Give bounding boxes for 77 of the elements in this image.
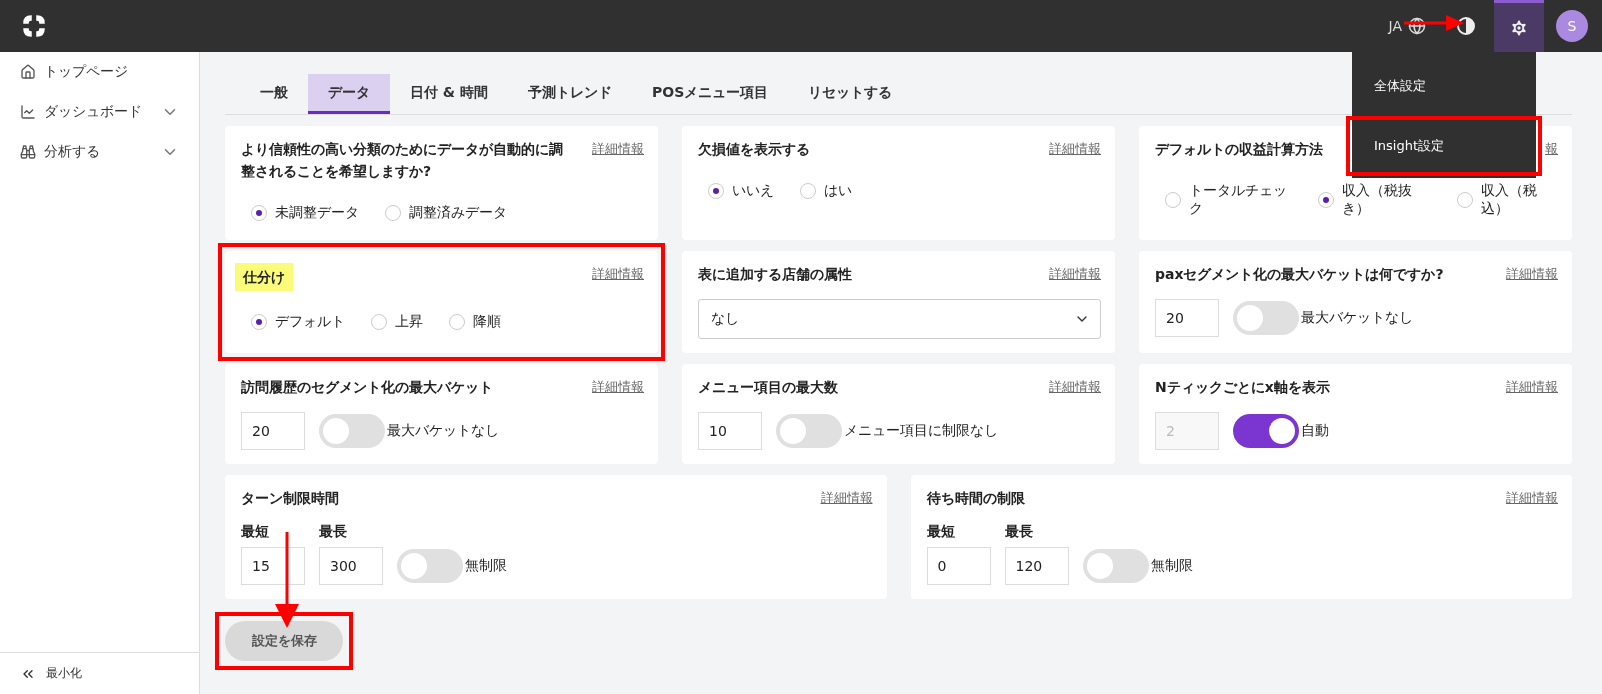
number-field[interactable]: 20 [1155, 299, 1219, 337]
card-title: paxセグメント化の最大バケットは何ですか? [1155, 265, 1444, 284]
radio-label: 調整済みデータ [409, 204, 507, 222]
details-link[interactable]: 詳細情報 [1049, 376, 1101, 398]
radio-label: トータルチェック [1189, 182, 1288, 218]
save-button[interactable]: 設定を保存 [225, 621, 343, 661]
toggle-switch[interactable] [1082, 549, 1149, 583]
card-title: ターン制限時間 [241, 489, 339, 508]
number-field[interactable]: 300 [319, 547, 383, 585]
details-link[interactable]: 詳細情報 [1506, 487, 1558, 509]
field-label: 最短 [926, 523, 956, 541]
radio-label: いいえ [732, 182, 774, 200]
home-icon [20, 64, 36, 80]
settings-button[interactable] [1494, 0, 1544, 52]
card-title: 待ち時間の制限 [926, 489, 1025, 508]
number-field[interactable]: 15 [241, 547, 305, 585]
card-title: メニュー項目の最大数 [698, 378, 838, 397]
details-link[interactable]: 報 [1545, 138, 1558, 160]
sidebar-item[interactable]: ダッシュボード [44, 103, 153, 121]
logo-icon [22, 14, 46, 38]
toggle-switch[interactable] [1233, 301, 1299, 335]
toggle-label: 最大バケットなし [387, 422, 499, 440]
sidebar-item[interactable]: 分析する [44, 143, 153, 161]
globe-icon[interactable] [1408, 17, 1426, 35]
tab[interactable]: 日付 & 時間 [390, 74, 508, 114]
tab[interactable]: 一般 [240, 74, 308, 114]
tab[interactable]: データ [308, 74, 390, 114]
toggle-label: 無制限 [465, 557, 507, 575]
chart-icon [20, 104, 36, 120]
theme-icon[interactable] [1456, 16, 1476, 36]
details-link[interactable]: 詳細情報 [1049, 263, 1101, 285]
language-label[interactable]: JA [1388, 18, 1402, 34]
annotation-arrow [1404, 15, 1464, 31]
number-field[interactable]: 20 [241, 412, 305, 450]
details-link[interactable]: 詳細情報 [592, 263, 644, 285]
toggle-switch[interactable] [319, 414, 385, 448]
radio-label: デフォルト [275, 313, 345, 331]
toggle-label: 最大バケットなし [1301, 309, 1413, 327]
card-title: 訪問履歴のセグメント化の最大バケット [241, 378, 493, 397]
tab[interactable]: 予測トレンド [507, 74, 632, 114]
details-link[interactable]: 詳細情報 [592, 138, 644, 160]
collapse-label[interactable]: 最小化 [46, 665, 82, 682]
card-title: Nティックごとにx軸を表示 [1155, 378, 1330, 397]
card-title: 表に追加する店舗の属性 [698, 265, 852, 284]
field-label: 最短 [241, 523, 270, 541]
details-link[interactable]: 詳細情報 [820, 487, 873, 509]
number-field[interactable]: 120 [1004, 547, 1069, 585]
card-title: デフォルトの収益計算方法 [1155, 140, 1323, 159]
number-field[interactable]: 10 [698, 412, 762, 450]
gear-icon [1509, 17, 1529, 38]
card-title: より信頼性の高い分類のためにデータが自動的に調整されることを希望しますか? [241, 140, 564, 181]
card-title: 欠損値を表示する [698, 140, 810, 159]
card-title: 仕分け [235, 263, 293, 291]
toggle-switch[interactable] [776, 414, 842, 448]
menu-item[interactable]: 全体設定 [1352, 56, 1536, 116]
radio-label: 収入（税抜き） [1341, 182, 1413, 218]
select-field[interactable]: なし [698, 299, 1101, 339]
tab[interactable]: POSメニュー項目 [631, 74, 789, 114]
details-link[interactable]: 詳細情報 [1506, 263, 1558, 285]
toggle-label: 無制限 [1150, 557, 1193, 575]
number-field[interactable]: 0 [926, 547, 991, 585]
details-link[interactable]: 詳細情報 [1049, 138, 1101, 160]
radio-label: はい [824, 182, 852, 200]
radio-label: 降順 [473, 313, 501, 331]
sidebar-item[interactable]: トップページ [44, 63, 179, 81]
toggle-label: 自動 [1301, 422, 1329, 440]
toggle-label: メニュー項目に制限なし [844, 422, 998, 440]
binoculars-icon [20, 144, 36, 160]
field-label: 最長 [319, 523, 348, 541]
radio-label: 上昇 [395, 313, 423, 331]
field-label: 最長 [1004, 523, 1034, 541]
menu-item[interactable]: Insight設定 [1346, 116, 1542, 176]
toggle-switch[interactable] [397, 549, 463, 583]
details-link[interactable]: 詳細情報 [592, 376, 644, 398]
radio-label: 収入（税込） [1481, 182, 1539, 218]
radio-label: 未調整データ [275, 204, 359, 222]
tab[interactable]: リセットする [788, 74, 913, 114]
